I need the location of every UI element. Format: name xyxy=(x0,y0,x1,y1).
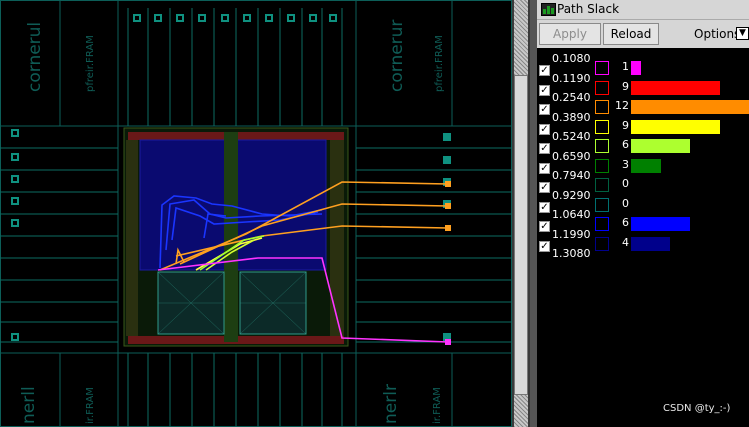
bottom-io-pads xyxy=(127,353,343,427)
bin-lower-threshold: 1.0640 xyxy=(552,208,591,221)
bin-checkbox[interactable]: ✓ xyxy=(539,143,550,154)
bin-color-swatch[interactable] xyxy=(595,236,609,251)
panel-titlebar: Path Slack xyxy=(537,0,749,20)
bin-count: 9 xyxy=(622,118,629,132)
slack-bin-row: ✓ 1.1990 1.3080 4 xyxy=(537,228,749,260)
top-io-pads xyxy=(127,8,343,126)
bin-checkbox[interactable]: ✓ xyxy=(539,182,550,193)
bin-checkbox[interactable]: ✓ xyxy=(539,84,550,96)
bin-color-swatch[interactable] xyxy=(595,61,609,75)
panel-toolbar: Apply Reload Options: ▼ xyxy=(537,20,749,48)
corner-label-bottom-left-fram: ir.FRAM xyxy=(85,387,96,424)
bin-checkbox[interactable]: ✓ xyxy=(539,65,550,76)
bin-checkbox[interactable]: ✓ xyxy=(539,240,550,252)
bin-lower-threshold: 0.7940 xyxy=(552,169,591,182)
reload-button[interactable]: Reload xyxy=(603,23,659,45)
bin-bar xyxy=(631,217,690,231)
bin-color-swatch[interactable] xyxy=(595,119,609,134)
bin-count: 4 xyxy=(622,235,629,249)
bin-color-swatch[interactable] xyxy=(595,80,609,95)
corner-label-bottom-right-fram: ir.FRAM xyxy=(432,387,443,424)
corner-label-bottom-right: nerlr xyxy=(381,384,401,424)
layout-canvas[interactable]: cornerul pfreir.FRAM cornerur pfreir.FRA… xyxy=(0,0,512,427)
watermark: CSDN @ty_:-) xyxy=(663,403,731,414)
bin-bar xyxy=(631,80,720,95)
apply-button[interactable]: Apply xyxy=(539,23,601,45)
corner-label-top-right: cornerur xyxy=(387,20,407,92)
corner-label-top-left-fram: pfreir.FRAM xyxy=(85,35,96,92)
bin-checkbox[interactable]: ✓ xyxy=(539,201,550,213)
bin-bar xyxy=(631,236,670,251)
bin-color-swatch[interactable] xyxy=(595,158,609,173)
scrollbar-thumb[interactable] xyxy=(514,75,528,395)
bin-checkbox[interactable]: ✓ xyxy=(539,104,550,115)
bin-count: 0 xyxy=(622,177,629,190)
bin-lower-threshold: 0.5240 xyxy=(552,130,591,143)
bin-checkbox[interactable]: ✓ xyxy=(539,221,550,232)
bin-lower-threshold: 0.2540 xyxy=(552,91,591,104)
histogram-icon xyxy=(541,3,556,16)
bin-lower-threshold: 0.6590 xyxy=(552,149,591,163)
corner-label-top-left: cornerul xyxy=(25,22,45,92)
bin-count: 1 xyxy=(622,60,629,73)
left-io-pads xyxy=(0,129,118,343)
bin-bar xyxy=(631,119,720,134)
bin-color-swatch[interactable] xyxy=(595,139,609,153)
bin-count: 3 xyxy=(622,157,629,171)
corner-label-bottom-left: nerll xyxy=(19,386,39,424)
bin-lower-threshold: 0.3890 xyxy=(552,110,591,124)
right-io-pads xyxy=(356,133,512,343)
bin-count: 6 xyxy=(622,216,629,229)
bin-color-swatch[interactable] xyxy=(595,197,609,212)
path-endpoints xyxy=(445,181,451,345)
bin-lower-threshold: 1.1990 xyxy=(552,227,591,241)
bin-color-swatch[interactable] xyxy=(595,178,609,192)
core-area xyxy=(123,127,349,347)
bin-bar xyxy=(631,100,749,114)
panel-title: Path Slack xyxy=(557,2,620,16)
bin-count: 6 xyxy=(622,138,629,151)
bin-bar xyxy=(631,61,641,75)
bin-bar xyxy=(631,139,690,153)
bin-lower-threshold: 0.1080 xyxy=(552,52,591,65)
chevron-down-icon: ▼ xyxy=(739,28,746,38)
bin-checkbox[interactable]: ✓ xyxy=(539,123,550,135)
bin-upper-threshold: 1.3080 xyxy=(552,246,591,260)
path-slack-panel: Path Slack Apply Reload Options: ▼ ✓ 0.10… xyxy=(537,0,749,427)
bin-lower-threshold: 0.1190 xyxy=(552,71,591,85)
bin-checkbox[interactable]: ✓ xyxy=(539,162,550,174)
bin-color-swatch[interactable] xyxy=(595,100,609,114)
bin-count: 9 xyxy=(622,79,629,93)
options-dropdown[interactable]: ▼ xyxy=(736,27,749,40)
bin-bar xyxy=(631,158,661,173)
bin-count: 0 xyxy=(622,196,629,210)
corner-label-top-right-fram: pfreir.FRAM xyxy=(434,35,445,92)
bin-color-swatch[interactable] xyxy=(595,217,609,231)
bin-count: 12 xyxy=(615,99,629,112)
bin-lower-threshold: 0.9290 xyxy=(552,188,591,202)
